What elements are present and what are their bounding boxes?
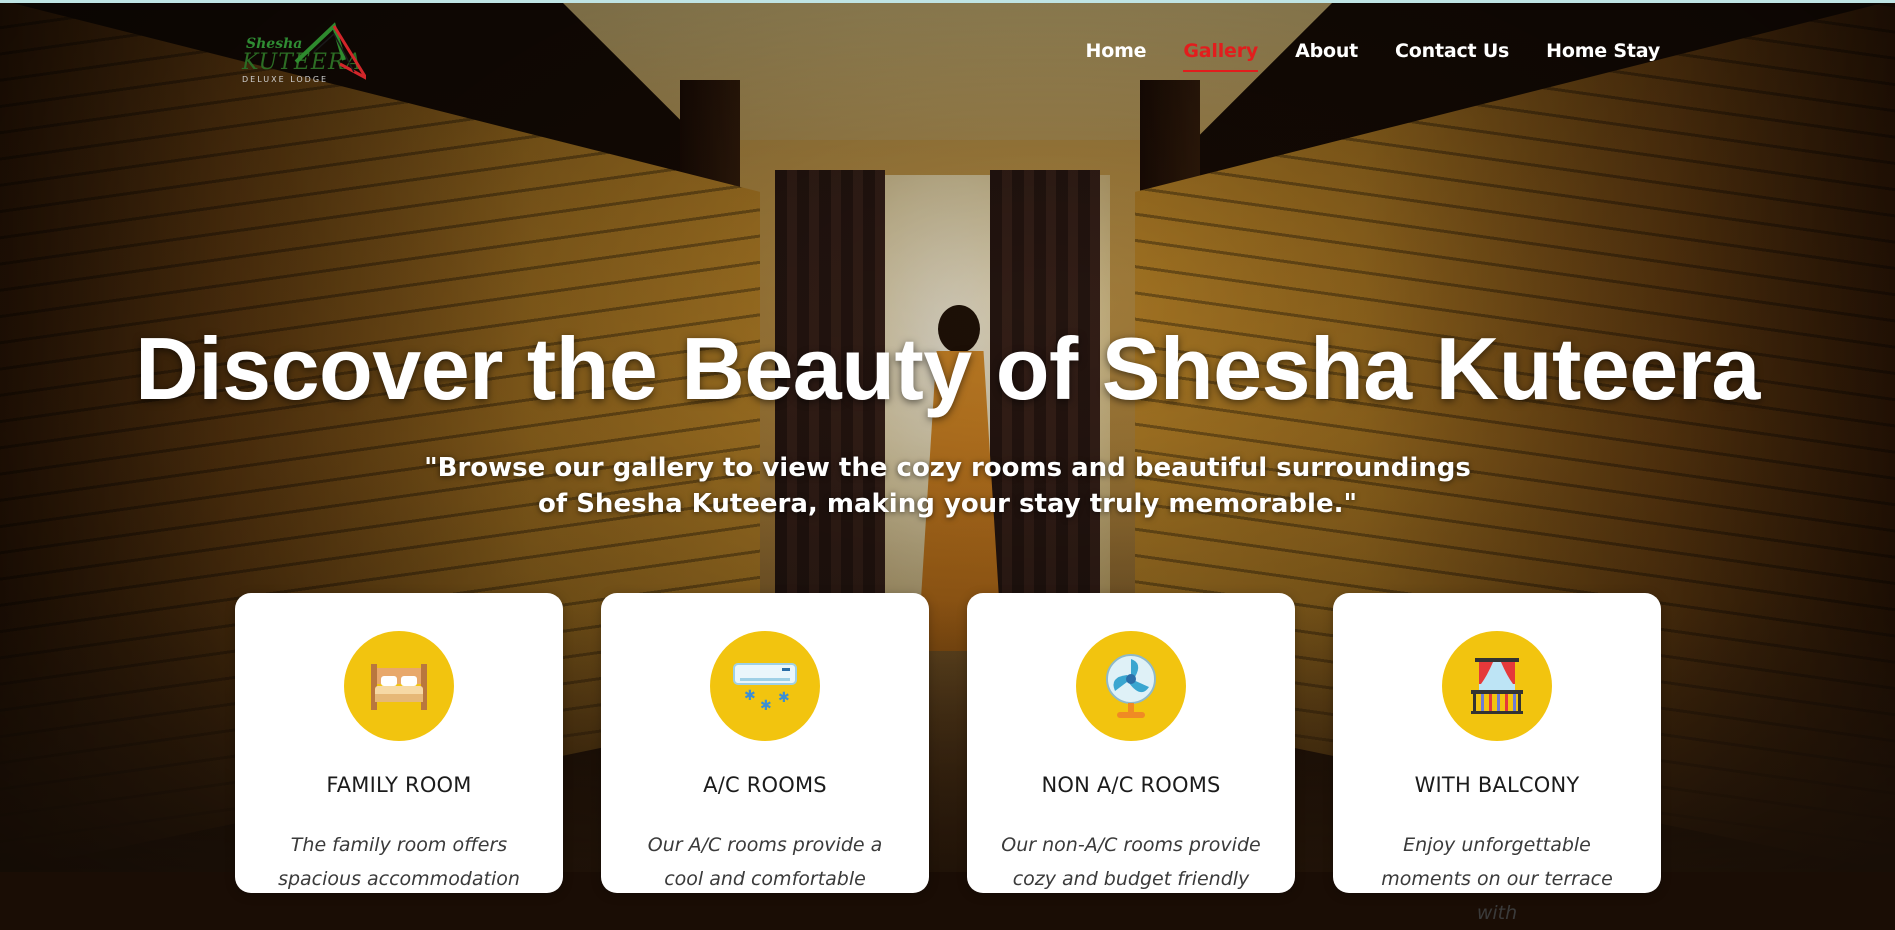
svg-text:✱: ✱ bbox=[760, 698, 772, 714]
hero-subtitle-line-1: "Browse our gallery to view the cozy roo… bbox=[424, 453, 1471, 483]
top-accent-line bbox=[0, 0, 1895, 3]
card-description-line: spacious accommodation bbox=[278, 868, 520, 890]
nav-home-stay[interactable]: Home Stay bbox=[1546, 40, 1660, 72]
card-title: NON A/C ROOMS bbox=[1041, 773, 1221, 797]
hero-title: Discover the Beauty of Shesha Kuteera bbox=[135, 319, 1760, 418]
card-family-room[interactable]: FAMILY ROOM The family room offers spaci… bbox=[235, 593, 563, 893]
card-description-line: Enjoy unforgettable bbox=[1403, 834, 1591, 856]
card-description: Enjoy unforgettable moments on our terra… bbox=[1363, 828, 1631, 930]
card-with-balcony[interactable]: WITH BALCONY Enjoy unforgettable moments… bbox=[1333, 593, 1661, 924]
card-description: The family room offers spacious accommod… bbox=[265, 828, 533, 896]
air-conditioner-icon: ✱ ✱ ✱ bbox=[710, 631, 820, 741]
card-description-line: moments on our terrace with bbox=[1381, 868, 1613, 924]
card-ac-rooms[interactable]: ✱ ✱ ✱ A/C ROOMS Our A/C rooms provide a … bbox=[601, 593, 929, 893]
card-description: Our A/C rooms provide a cool and comfort… bbox=[631, 828, 899, 896]
nav-about[interactable]: About bbox=[1295, 40, 1358, 72]
site-logo[interactable]: Shesha KUTEERA DELUXE LODGE bbox=[240, 22, 370, 86]
logo-roof-icon bbox=[294, 22, 366, 80]
card-description-line: Our A/C rooms provide a bbox=[647, 834, 883, 856]
room-cards: FAMILY ROOM The family room offers spaci… bbox=[235, 593, 1661, 924]
hero-subtitle-line-2: of Shesha Kuteera, making your stay trul… bbox=[537, 489, 1358, 519]
card-description-line: The family room offers bbox=[290, 834, 508, 856]
nav-gallery[interactable]: Gallery bbox=[1183, 40, 1258, 72]
card-title: A/C ROOMS bbox=[703, 773, 827, 797]
card-description-line: Our non-A/C rooms provide bbox=[1001, 834, 1261, 856]
bed-icon bbox=[344, 631, 454, 741]
card-title: FAMILY ROOM bbox=[326, 773, 472, 797]
card-title: WITH BALCONY bbox=[1414, 773, 1580, 797]
card-description-line: cool and comfortable bbox=[664, 868, 866, 890]
balcony-icon bbox=[1442, 631, 1552, 741]
nav-home[interactable]: Home bbox=[1086, 40, 1147, 72]
card-non-ac-rooms[interactable]: NON A/C ROOMS Our non-A/C rooms provide … bbox=[967, 593, 1295, 893]
svg-text:✱: ✱ bbox=[778, 690, 790, 706]
card-description-line: cozy and budget friendly bbox=[1012, 868, 1250, 890]
nav-contact-us[interactable]: Contact Us bbox=[1395, 40, 1509, 72]
fan-icon bbox=[1076, 631, 1186, 741]
svg-text:✱: ✱ bbox=[744, 688, 756, 704]
hero-subtitle: "Browse our gallery to view the cozy roo… bbox=[0, 450, 1895, 522]
card-description: Our non-A/C rooms provide cozy and budge… bbox=[997, 828, 1265, 896]
main-nav: Home Gallery About Contact Us Home Stay bbox=[1086, 40, 1660, 72]
